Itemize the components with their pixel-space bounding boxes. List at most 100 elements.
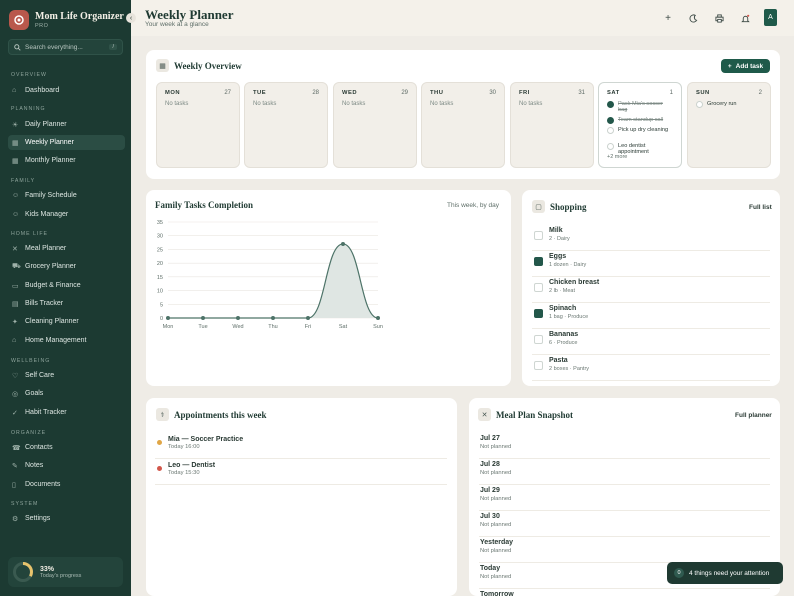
shopping-item[interactable]: Eggs 1 dozen · Dairy	[532, 251, 770, 277]
brand[interactable]: Mom Life Organizer PRO	[9, 10, 124, 30]
note-icon: ✎	[12, 462, 18, 470]
sidebar-item-daily-planner[interactable]: ☀ Daily Planner	[8, 117, 125, 132]
attention-toast[interactable]: 0 4 things need your attention	[667, 562, 783, 584]
sidebar-item-meal-planner[interactable]: ✕ Meal Planner	[8, 241, 125, 256]
gear-icon: ⚙	[12, 515, 19, 523]
sidebar-item-dashboard[interactable]: ⌂ Dashboard	[8, 83, 125, 98]
cart-icon: ⛟	[12, 263, 21, 270]
search-input[interactable]: Search everything... /	[8, 39, 123, 55]
shopping-item[interactable]: Chicken breast 2 lb · Meat	[532, 277, 770, 303]
collapse-sidebar-button[interactable]: ‹	[126, 13, 136, 23]
day-date: 27	[224, 90, 231, 96]
sidebar-item-contacts[interactable]: ☎ Contacts	[8, 440, 125, 455]
completion-chart: 0 5 10 15 20 25 30 35 Mon Tue Wed Thu Fri Sat Sun	[157, 220, 383, 330]
task-checkbox[interactable]	[696, 101, 703, 108]
task-checkbox[interactable]	[607, 127, 614, 134]
shopping-item[interactable]: Pasta 2 boxes · Pantry	[532, 355, 770, 381]
day-date: 1	[669, 90, 673, 96]
nav-section-label: FAMILY	[11, 178, 36, 184]
sidebar-item-budget-finance[interactable]: ▭ Budget & Finance	[8, 278, 125, 293]
full-planner-link[interactable]: Full planner	[735, 412, 772, 419]
add-button[interactable]: +	[661, 11, 675, 25]
sidebar-item-label: Home Management	[25, 337, 87, 344]
task-checkbox[interactable]	[607, 117, 614, 124]
sidebar-item-grocery-planner[interactable]: ⛟ Grocery Planner	[8, 259, 125, 274]
notifications-button[interactable]	[738, 11, 752, 25]
meal-day-row[interactable]: Jul 27 Not planned	[479, 433, 770, 459]
sidebar-item-cleaning-planner[interactable]: ✦ Cleaning Planner	[8, 314, 125, 329]
appointment-item[interactable]: Mia — Soccer Practice Today 16:00	[155, 433, 447, 459]
task-item[interactable]: Team standup call	[607, 117, 673, 124]
sidebar-item-habit-tracker[interactable]: ✓ Habit Tracker	[8, 405, 125, 420]
sidebar-item-goals[interactable]: ◎ Goals	[8, 386, 125, 401]
meal-status: Not planned	[480, 496, 512, 502]
day-column-sat[interactable]: SAT 1 Pack Mia's soccer bag Team standup ca…	[598, 82, 682, 168]
file-icon: ▯	[12, 481, 16, 489]
day-column-tue[interactable]: TUE 28 No tasks	[244, 82, 328, 168]
wallet-icon: ▭	[12, 282, 19, 290]
no-tasks-label: No tasks	[342, 101, 366, 107]
sidebar-item-family-schedule[interactable]: ☺ Family Schedule	[8, 188, 125, 203]
theme-toggle-button[interactable]	[686, 11, 700, 25]
meal-day-row[interactable]: Jul 29 Not planned	[479, 485, 770, 511]
day-name: THU	[430, 90, 444, 96]
shopping-item[interactable]: Spinach 1 bag · Produce	[532, 303, 770, 329]
sidebar-item-monthly-planner[interactable]: ▦ Monthly Planner	[8, 153, 125, 168]
day-date: 29	[401, 90, 408, 96]
more-tasks-link[interactable]: +2 more	[607, 154, 627, 160]
task-item[interactable]: Grocery run	[696, 101, 762, 108]
search-placeholder: Search everything...	[25, 43, 83, 51]
sidebar-item-home-management[interactable]: ⌂ Home Management	[8, 333, 125, 348]
day-column-sun[interactable]: SUN 2 Grocery run	[687, 82, 771, 168]
meal-status: Not planned	[480, 548, 512, 554]
sidebar-item-label: Meal Planner	[25, 245, 67, 252]
shopping-checkbox[interactable]	[534, 283, 543, 292]
sidebar-item-weekly-planner[interactable]: ▦ Weekly Planner	[8, 135, 125, 150]
avatar[interactable]: A	[764, 9, 777, 26]
shopping-checkbox[interactable]	[534, 361, 543, 370]
shopping-checkbox[interactable]	[534, 257, 543, 266]
add-task-button[interactable]: + Add task	[721, 59, 770, 73]
task-checkbox[interactable]	[607, 143, 614, 150]
shopping-item[interactable]: Bananas 6 · Produce	[532, 329, 770, 355]
task-item[interactable]: Pack Mia's soccer bag	[607, 101, 673, 113]
task-item[interactable]: Pick up dry cleaning	[607, 127, 673, 134]
sidebar-item-label: Family Schedule	[25, 192, 77, 199]
shopping-item[interactable]: Milk 2 · Dairy	[532, 225, 770, 251]
meal-day-row[interactable]: Tomorrow	[479, 589, 770, 596]
day-column-mon[interactable]: MON 27 No tasks	[156, 82, 240, 168]
sidebar-item-notes[interactable]: ✎ Notes	[8, 458, 125, 473]
day-column-fri[interactable]: FRI 31 No tasks	[510, 82, 594, 168]
task-text: Pack Mia's soccer bag	[618, 101, 663, 113]
x-tick-label: Wed	[232, 324, 243, 330]
meal-day-row[interactable]: Yesterday Not planned	[479, 537, 770, 563]
appointment-item[interactable]: Leo — Dentist Today 15:30	[155, 459, 447, 485]
calendar-month-icon: ▦	[12, 157, 19, 165]
day-column-wed[interactable]: WED 29 No tasks	[333, 82, 417, 168]
sidebar-item-label: Budget & Finance	[25, 282, 81, 289]
sidebar-item-settings[interactable]: ⚙ Settings	[8, 511, 125, 526]
full-list-link[interactable]: Full list	[749, 204, 772, 211]
shopping-checkbox[interactable]	[534, 231, 543, 240]
sidebar-item-documents[interactable]: ▯ Documents	[8, 477, 125, 492]
day-column-thu[interactable]: THU 30 No tasks	[421, 82, 505, 168]
no-tasks-label: No tasks	[253, 101, 277, 107]
shopping-title: Shopping	[550, 202, 587, 212]
app-logo-icon	[9, 10, 29, 30]
calendar-icon: ▦	[12, 139, 19, 147]
shopping-checkbox[interactable]	[534, 335, 543, 344]
meal-day-row[interactable]: Jul 30 Not planned	[479, 511, 770, 537]
sidebar-item-self-care[interactable]: ♡ Self Care	[8, 368, 125, 383]
sidebar-item-bills-tracker[interactable]: ▤ Bills Tracker	[8, 296, 125, 311]
day-date: 31	[578, 90, 585, 96]
search-icon	[14, 43, 21, 51]
chevron-left-icon: ‹	[129, 14, 133, 22]
contact-icon: ☎	[12, 444, 21, 452]
shopping-item-name: Bananas	[549, 331, 579, 338]
print-button[interactable]	[712, 11, 726, 25]
meal-day-row[interactable]: Jul 28 Not planned	[479, 459, 770, 485]
sidebar-item-kids-manager[interactable]: ☺ Kids Manager	[8, 207, 125, 222]
shopping-item-name: Pasta	[549, 357, 568, 364]
task-checkbox[interactable]	[607, 101, 614, 108]
shopping-checkbox[interactable]	[534, 309, 543, 318]
